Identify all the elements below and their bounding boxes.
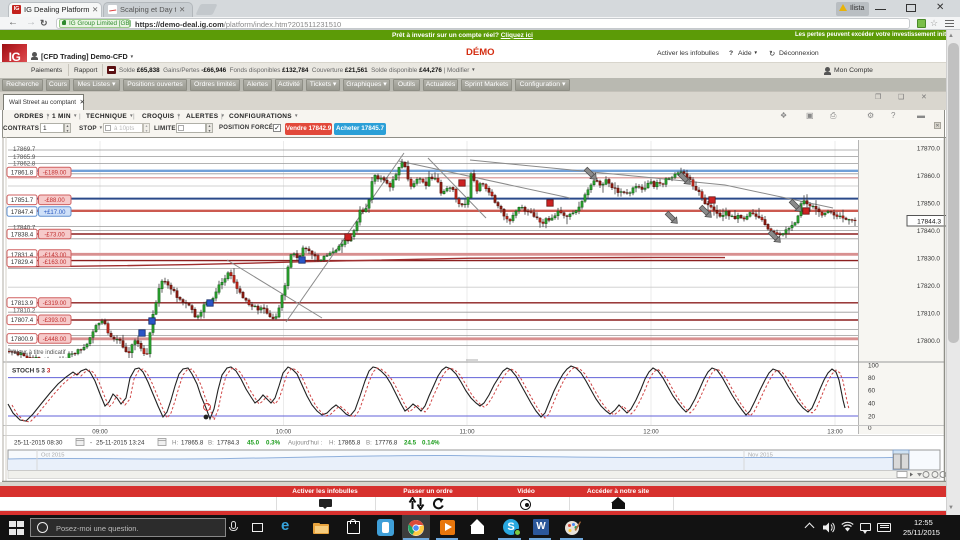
- svg-text:17820.0: 17820.0: [917, 283, 941, 290]
- svg-text:100: 100: [868, 362, 879, 369]
- svg-text:17807.4: 17807.4: [11, 317, 34, 324]
- svg-text:Oct 2015: Oct 2015: [41, 453, 65, 459]
- svg-text:17776.8: 17776.8: [375, 440, 398, 447]
- svg-text:80: 80: [868, 375, 876, 382]
- svg-text:17844.3: 17844.3: [917, 219, 941, 226]
- svg-text:B:: B:: [366, 440, 372, 447]
- svg-text:17813.9: 17813.9: [11, 300, 34, 307]
- svg-text:20: 20: [868, 413, 876, 420]
- svg-text:17869.7: 17869.7: [13, 146, 36, 153]
- svg-text:17840.7: 17840.7: [13, 225, 36, 232]
- svg-text:17840.0: 17840.0: [917, 228, 941, 235]
- svg-text:-£393.00: -£393.00: [43, 318, 67, 324]
- svg-text:10:00: 10:00: [276, 429, 292, 436]
- svg-text:17810.0: 17810.0: [917, 310, 941, 317]
- svg-text:0.14%: 0.14%: [422, 440, 440, 447]
- svg-text:-£88.00: -£88.00: [44, 198, 65, 204]
- svg-text:H:: H:: [329, 440, 335, 447]
- svg-text:17862.8: 17862.8: [13, 161, 36, 168]
- svg-text:17800.0: 17800.0: [917, 338, 941, 345]
- svg-text:B:: B:: [208, 440, 214, 447]
- svg-text:17847.4: 17847.4: [11, 209, 34, 216]
- svg-text:60: 60: [868, 387, 876, 394]
- svg-text:25-11-2015 08:30: 25-11-2015 08:30: [14, 440, 63, 447]
- svg-text:25-11-2015 13:24: 25-11-2015 13:24: [96, 440, 145, 447]
- svg-text:12:00: 12:00: [643, 429, 659, 436]
- svg-text:17830.0: 17830.0: [917, 256, 941, 263]
- svg-text:17870.0: 17870.0: [917, 146, 941, 153]
- svg-text:17829.4: 17829.4: [11, 259, 34, 266]
- svg-text:-£73.00: -£73.00: [44, 232, 65, 238]
- svg-text:17810.2: 17810.2: [13, 308, 36, 315]
- svg-text:-: -: [90, 440, 92, 447]
- svg-text:Valeur à titre indicatif: Valeur à titre indicatif: [10, 350, 66, 356]
- svg-text:17784.3: 17784.3: [217, 440, 240, 447]
- svg-text:Nov 2015: Nov 2015: [748, 453, 773, 459]
- svg-text:-£189.00: -£189.00: [43, 170, 67, 176]
- svg-text:STOCH 5 3 3: STOCH 5 3 3: [12, 368, 51, 375]
- svg-text:-£319.00: -£319.00: [43, 301, 67, 307]
- svg-text:40: 40: [868, 400, 876, 407]
- svg-text:H:: H:: [172, 440, 178, 447]
- svg-text:-£163.00: -£163.00: [43, 260, 67, 266]
- svg-text:+£17.00: +£17.00: [44, 210, 67, 216]
- svg-text:17800.9: 17800.9: [11, 336, 34, 343]
- svg-text:Aujourd'hui :: Aujourd'hui :: [288, 440, 322, 447]
- svg-text:-£448.00: -£448.00: [43, 337, 67, 343]
- svg-text:17861.8: 17861.8: [11, 169, 34, 176]
- svg-text:17865.8: 17865.8: [338, 440, 361, 447]
- svg-text:09:00: 09:00: [92, 429, 108, 436]
- svg-text:17838.4: 17838.4: [11, 231, 34, 238]
- svg-text:17851.7: 17851.7: [11, 197, 34, 204]
- svg-text:11:00: 11:00: [459, 429, 475, 436]
- svg-text:17860.0: 17860.0: [917, 173, 941, 180]
- svg-text:17865.8: 17865.8: [181, 440, 204, 447]
- svg-text:0.3%: 0.3%: [266, 440, 281, 447]
- svg-text:45.0: 45.0: [247, 440, 260, 447]
- svg-text:24.5: 24.5: [404, 440, 417, 447]
- svg-text:17850.0: 17850.0: [917, 201, 941, 208]
- svg-text:13:00: 13:00: [827, 429, 843, 436]
